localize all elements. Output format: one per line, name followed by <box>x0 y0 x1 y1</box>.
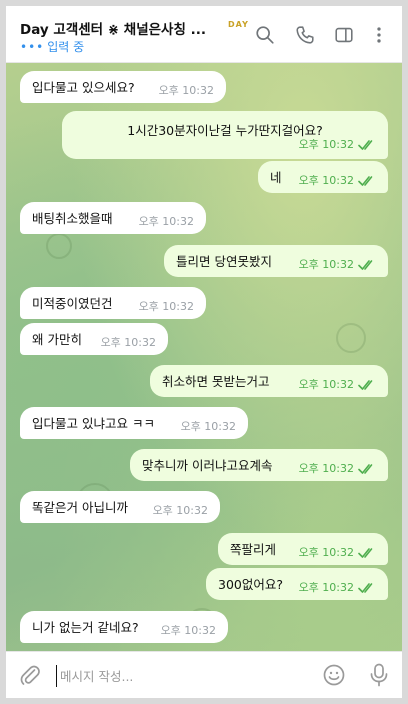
message-text: 취소하면 못받는거고 <box>162 373 270 389</box>
incoming-message[interactable]: 니가 없는거 같네요? 오후 10:32 <box>20 611 228 643</box>
message-meta: 오후 10:32 <box>285 170 376 187</box>
message-text: 입다물고 있냐고요 ㅋㅋ <box>32 415 155 431</box>
microphone-icon[interactable] <box>367 662 391 688</box>
background-doodle <box>336 323 366 353</box>
message-timestamp: 오후 10:32 <box>298 581 354 595</box>
message-meta: 오후 10:32 <box>145 80 214 97</box>
background-doodle <box>46 233 72 259</box>
message-meta: 오후 10:32 <box>167 416 236 433</box>
double-check-icon <box>358 139 376 151</box>
incoming-message[interactable]: 입다물고 있으세요? 오후 10:32 <box>20 71 226 103</box>
message-timestamp: 오후 10:32 <box>298 174 354 188</box>
message-text: 입다물고 있으세요? <box>32 79 135 95</box>
incoming-message[interactable]: 배팅취소했을때 오후 10:32 <box>20 202 206 234</box>
search-icon[interactable] <box>254 24 276 46</box>
composer <box>6 651 402 698</box>
message-meta: 오후 10:32 <box>125 211 194 228</box>
message-meta: 오후 10:32 <box>285 577 376 594</box>
chat-title[interactable]: Day 고객센터 ⋇ 채널은사칭 ... <box>20 18 238 38</box>
message-timestamp: 오후 10:32 <box>298 462 354 476</box>
message-text: 1시간30분자이난걸 누가딴지걸어요? <box>127 122 323 138</box>
double-check-icon <box>358 175 376 187</box>
message-timestamp: 오후 10:32 <box>180 420 236 434</box>
message-timestamp: 오후 10:32 <box>160 624 216 638</box>
sidebar-toggle-icon[interactable] <box>333 24 355 46</box>
message-timestamp: 오후 10:32 <box>298 258 354 272</box>
message-text: 왜 가만히 <box>32 331 82 347</box>
outgoing-message[interactable]: 쪽팔리게 오후 10:32 <box>218 533 388 565</box>
message-meta: 오후 10:32 <box>87 332 156 349</box>
incoming-message[interactable]: 입다물고 있냐고요 ㅋㅋ 오후 10:32 <box>20 407 248 439</box>
message-text: 니가 없는거 같네요? <box>32 619 139 635</box>
message-text: 배팅취소했을때 <box>32 210 113 226</box>
double-check-icon <box>358 463 376 475</box>
typing-status-label: 입력 중 <box>47 40 85 54</box>
message-meta: 오후 10:32 <box>285 254 376 271</box>
message-timestamp: 오후 10:32 <box>298 137 354 151</box>
message-text: 네 <box>270 169 282 185</box>
message-timestamp: 오후 10:32 <box>138 215 194 229</box>
message-timestamp: 오후 10:32 <box>100 336 156 350</box>
message-text: 300없어요? <box>218 576 283 592</box>
message-list[interactable]: 입다물고 있으세요? 오후 10:32 1시간30분자이난걸 누가딴지걸어요? 오후 … <box>6 63 402 651</box>
outgoing-message[interactable]: 1시간30분자이난걸 누가딴지걸어요? 오후 10:32 <box>62 111 388 159</box>
message-timestamp: 오후 10:32 <box>298 546 354 560</box>
message-meta: 오후 10:32 <box>125 296 194 313</box>
smiley-icon[interactable] <box>322 663 346 687</box>
message-text: 똑같은거 아닙니까 <box>32 499 128 515</box>
paperclip-icon[interactable] <box>18 663 42 687</box>
incoming-message[interactable]: 미적중이였던건 오후 10:32 <box>20 287 206 319</box>
double-check-icon <box>358 582 376 594</box>
message-text: 틀리면 당연못봤지 <box>176 253 272 269</box>
outgoing-message[interactable]: 취소하면 못받는거고 오후 10:32 <box>150 365 388 397</box>
message-meta: 오후 10:32 <box>139 500 208 517</box>
message-meta: 오후 10:32 <box>299 138 376 151</box>
outgoing-message[interactable]: 300없어요? 오후 10:32 <box>206 568 388 600</box>
typing-status: ••• 입력 중 <box>20 38 84 55</box>
message-timestamp: 오후 10:32 <box>138 300 194 314</box>
incoming-message[interactable]: 똑같은거 아닙니까 오후 10:32 <box>20 491 220 523</box>
chat-header: Day 고객센터 ⋇ 채널은사칭 ... DAY ••• 입력 중 <box>6 6 402 63</box>
message-timestamp: 오후 10:32 <box>158 84 214 98</box>
chat-window: Day 고객센터 ⋇ 채널은사칭 ... DAY ••• 입력 중 입다물고 있으… <box>6 6 402 698</box>
channel-badge: DAY <box>228 20 249 29</box>
more-vert-icon[interactable] <box>368 24 390 46</box>
outgoing-message[interactable]: 네 오후 10:32 <box>258 161 388 193</box>
phone-icon[interactable] <box>294 24 316 46</box>
message-timestamp: 오후 10:32 <box>298 378 354 392</box>
double-check-icon <box>358 259 376 271</box>
incoming-message[interactable]: 왜 가만히 오후 10:32 <box>20 323 168 355</box>
message-meta: 오후 10:32 <box>285 542 376 559</box>
message-timestamp: 오후 10:32 <box>152 504 208 518</box>
message-text: 쪽팔리게 <box>230 541 277 557</box>
message-meta: 오후 10:32 <box>147 620 216 637</box>
message-text: 맞추니까 이러냐고요계속 <box>142 457 273 473</box>
message-text: 미적중이였던건 <box>32 295 113 311</box>
typing-dots-icon: ••• <box>20 40 45 54</box>
double-check-icon <box>358 547 376 559</box>
message-meta: 오후 10:32 <box>285 458 376 475</box>
outgoing-message[interactable]: 틀리면 당연못봤지 오후 10:32 <box>164 245 388 277</box>
message-meta: 오후 10:32 <box>285 374 376 391</box>
outgoing-message[interactable]: 맞추니까 이러냐고요계속 오후 10:32 <box>130 449 388 481</box>
double-check-icon <box>358 379 376 391</box>
message-input[interactable] <box>56 665 312 687</box>
